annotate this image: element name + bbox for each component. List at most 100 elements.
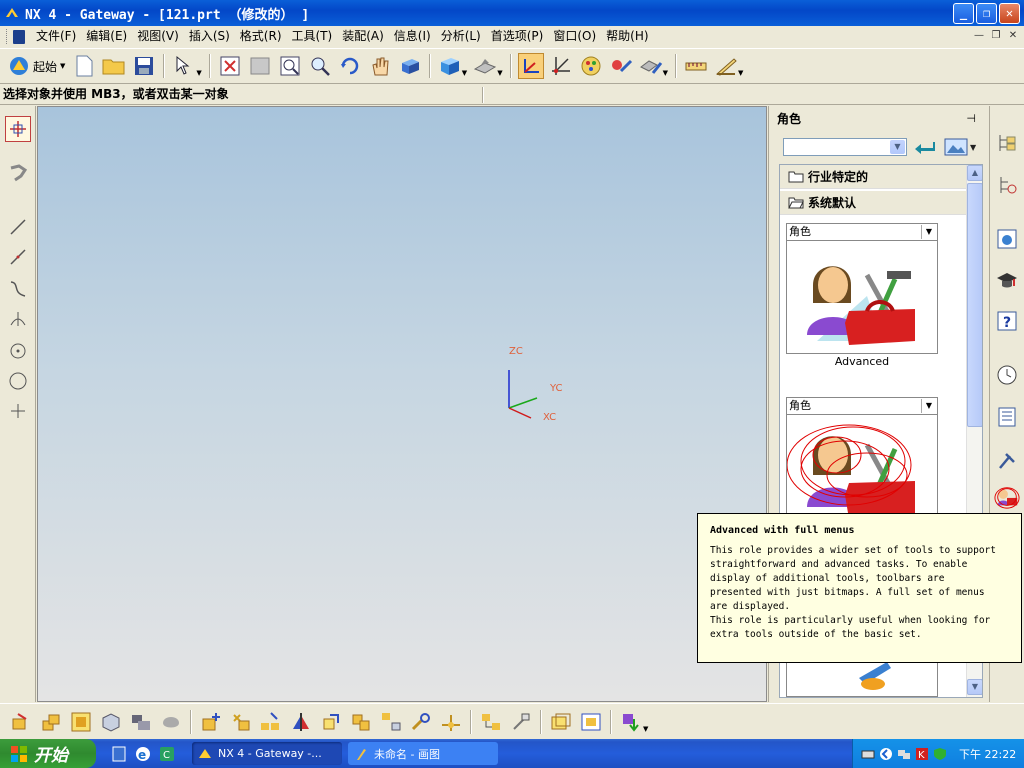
mirror-assembly-icon[interactable] — [288, 709, 314, 735]
sequence-icon[interactable] — [478, 709, 504, 735]
make-work-part-icon[interactable] — [68, 709, 94, 735]
color-edit-icon[interactable] — [608, 53, 634, 79]
minimize-button[interactable]: _ — [953, 2, 974, 24]
fit-view-icon[interactable] — [217, 53, 243, 79]
scroll-down-button[interactable]: ▼ — [967, 679, 982, 695]
clock[interactable]: 下午 22:22 — [959, 746, 1016, 762]
doc-minimize-button[interactable]: — — [972, 29, 986, 43]
menu-information[interactable]: 信息(I) — [389, 27, 436, 46]
show-hide-icon[interactable] — [128, 709, 154, 735]
back-arrow-icon[interactable] — [913, 136, 937, 158]
graphics-window[interactable]: ZC YC XC — [37, 106, 767, 702]
wcs-orient-icon[interactable] — [517, 53, 544, 79]
circle-center-icon[interactable] — [5, 338, 31, 364]
menu-help[interactable]: 帮助(H) — [601, 27, 653, 46]
role-category-select[interactable]: ▼ — [783, 138, 907, 156]
quicklaunch-ie-icon[interactable]: e — [134, 745, 152, 763]
doc-restore-button[interactable]: ❐ — [989, 29, 1003, 43]
new-file-icon[interactable] — [71, 53, 97, 79]
measure-angle-icon[interactable] — [713, 53, 739, 79]
section-view-icon[interactable] — [472, 53, 498, 79]
reposition-component-icon[interactable] — [318, 709, 344, 735]
scroll-thumb[interactable] — [967, 183, 982, 427]
menu-insert[interactable]: 插入(S) — [184, 27, 235, 46]
menubar-grip[interactable] — [6, 29, 9, 44]
clearance-analysis-icon[interactable] — [508, 709, 534, 735]
chevron-down-icon[interactable]: ▼ — [921, 399, 936, 413]
drawing-sheet-icon[interactable] — [578, 709, 604, 735]
hide-components-icon[interactable] — [158, 709, 184, 735]
keyboard-icon[interactable] — [861, 747, 875, 761]
quicklaunch-explorer-icon[interactable] — [110, 745, 128, 763]
assembly-navigator-icon[interactable] — [994, 130, 1020, 156]
menu-format[interactable]: 格式(R) — [235, 27, 287, 46]
antivirus-icon[interactable]: K — [915, 747, 929, 761]
assembly-constraints-icon[interactable] — [438, 709, 464, 735]
restore-button[interactable]: ❐ — [976, 2, 997, 24]
render-style-icon[interactable] — [437, 53, 463, 79]
menu-analysis[interactable]: 分析(L) — [436, 27, 486, 46]
spline-icon[interactable] — [5, 276, 31, 302]
circle-icon[interactable] — [5, 368, 31, 394]
line-icon[interactable] — [5, 214, 31, 240]
doc-close-button[interactable]: ✕ — [1006, 29, 1020, 43]
menu-edit[interactable]: 编辑(E) — [81, 27, 132, 46]
sketch-icon[interactable] — [5, 160, 31, 186]
zoom-window-icon[interactable] — [247, 53, 273, 79]
quicklaunch-app-icon[interactable]: C — [158, 745, 176, 763]
exploded-views-icon[interactable] — [378, 709, 404, 735]
network-icon[interactable] — [897, 747, 911, 761]
show-components-icon[interactable] — [98, 709, 124, 735]
create-array-icon[interactable] — [258, 709, 284, 735]
taskbar-item-nx[interactable]: NX 4 - Gateway -... — [192, 742, 342, 765]
open-folder-icon[interactable] — [101, 53, 127, 79]
start-button[interactable]: 开始 — [0, 739, 96, 768]
folder-system-default[interactable]: 系统默认 — [780, 191, 966, 215]
scroll-up-button[interactable]: ▲ — [967, 165, 982, 181]
zoom-icon[interactable] — [277, 53, 303, 79]
folder-industry-specific[interactable]: 行业特定的 — [780, 165, 966, 189]
pin-icon[interactable]: ⊣ — [966, 112, 976, 125]
help-icon[interactable]: ? — [994, 308, 1020, 334]
role-card-advanced[interactable]: 角色 ▼ — [786, 223, 938, 354]
menu-view[interactable]: 视图(V) — [132, 27, 184, 46]
reference-sets-icon[interactable] — [548, 709, 574, 735]
chevron-down-icon[interactable]: ▼ — [921, 225, 936, 239]
view-options-icon[interactable]: ▼ — [943, 136, 979, 158]
point-icon[interactable] — [5, 398, 31, 424]
select-tool-icon[interactable] — [171, 53, 197, 79]
close-button[interactable]: ✕ — [999, 2, 1020, 24]
save-icon[interactable] — [131, 53, 157, 79]
web-browser-icon[interactable] — [994, 226, 1020, 252]
shaded-view-icon[interactable] — [397, 53, 423, 79]
history-clock-icon[interactable] — [994, 362, 1020, 388]
display-edit-icon[interactable] — [638, 53, 664, 79]
components-icon[interactable] — [38, 709, 64, 735]
zoom-in-out-icon[interactable] — [307, 53, 333, 79]
create-new-component-icon[interactable] — [228, 709, 254, 735]
roles-icon[interactable] — [994, 484, 1020, 510]
chevron-down-icon[interactable]: ▼ — [890, 140, 905, 154]
rotate-icon[interactable] — [337, 53, 363, 79]
menu-tools[interactable]: 工具(T) — [287, 27, 338, 46]
line-point-icon[interactable] — [5, 244, 31, 270]
menu-preferences[interactable]: 首选项(P) — [486, 27, 549, 46]
start-app-button[interactable]: 起始 ▼ — [4, 52, 69, 80]
export-assembly-icon[interactable] — [618, 709, 644, 735]
menu-file[interactable]: 文件(F) — [31, 27, 81, 46]
mate-component-icon[interactable] — [348, 709, 374, 735]
part-navigator-icon[interactable] — [994, 172, 1020, 198]
assembly-navigator-icon[interactable] — [8, 709, 34, 735]
layer-settings-icon[interactable] — [578, 53, 604, 79]
menu-assemblies[interactable]: 装配(A) — [337, 27, 389, 46]
training-icon[interactable] — [994, 268, 1020, 294]
tray-expand-icon[interactable] — [879, 747, 893, 761]
security-shield-icon[interactable] — [933, 747, 947, 761]
menu-window[interactable]: 窗口(O) — [548, 27, 601, 46]
wcs-origin-icon[interactable] — [548, 53, 574, 79]
process-studio-icon[interactable] — [994, 448, 1020, 474]
pan-icon[interactable] — [367, 53, 393, 79]
add-component-icon[interactable] — [198, 709, 224, 735]
measure-distance-icon[interactable] — [683, 53, 709, 79]
selection-filter-icon[interactable] — [5, 116, 31, 142]
